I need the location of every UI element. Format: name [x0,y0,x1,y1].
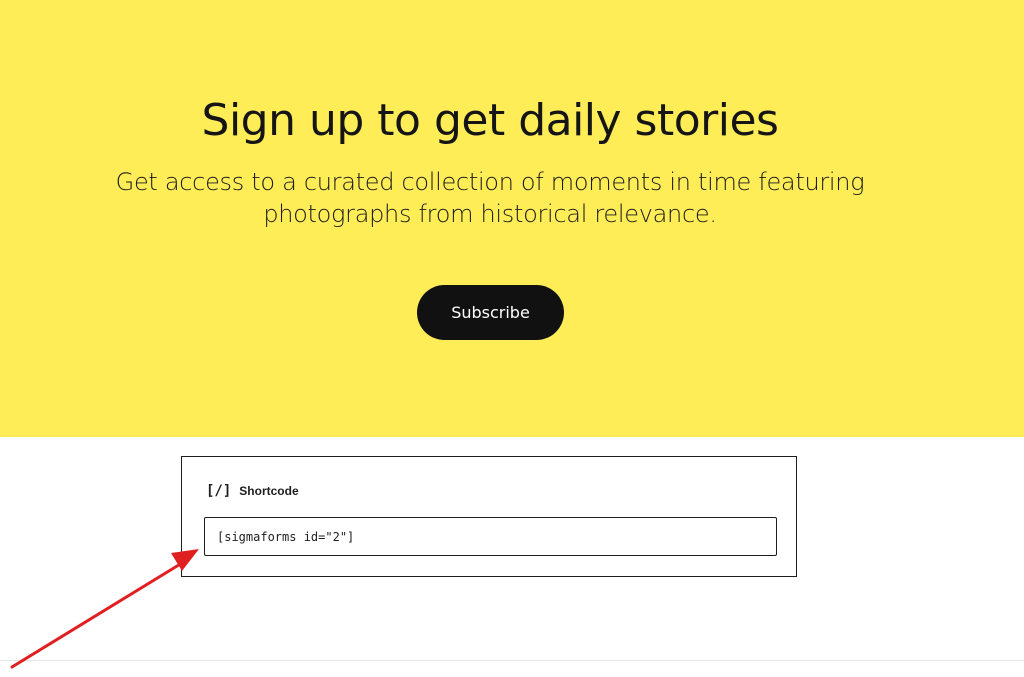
shortcode-label: Shortcode [239,484,299,498]
shortcode-block-label: [/] Shortcode [206,483,299,499]
hero-subtitle: Get access to a curated collection of mo… [95,166,885,230]
arrow-shaft [10,561,184,669]
hero-subtitle-line-2: photographs from historical relevance. [263,200,717,228]
hero-subtitle-line-1: Get access to a curated collection of mo… [115,168,865,196]
subscribe-button[interactable]: Subscribe [417,285,564,340]
hero-title: Sign up to get daily stories [201,95,779,146]
shortcode-input[interactable] [204,517,777,556]
shortcode-icon: [/] [206,483,232,499]
footer-divider [0,660,1024,661]
hero-section: Sign up to get daily stories Get access … [0,0,1024,437]
shortcode-block[interactable]: [/] Shortcode [181,456,797,577]
